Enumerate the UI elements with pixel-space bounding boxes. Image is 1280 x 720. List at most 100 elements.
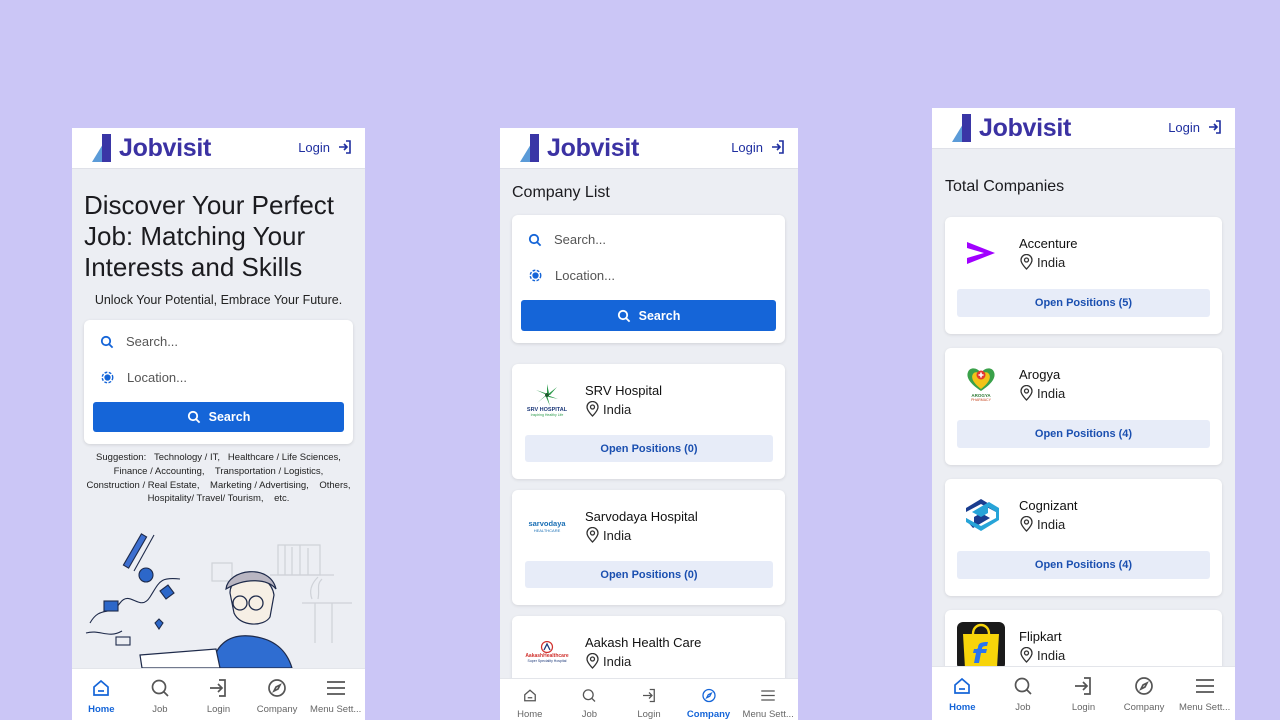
nav-login-label: Login [206,704,231,715]
suggestion-chip[interactable]: Healthcare / Life Sciences, [228,452,341,463]
location-pin-icon [586,653,599,669]
flipkart-logo [957,622,1005,670]
nav-home-label: Home [949,702,976,713]
nav-job-label: Job [1015,702,1031,713]
open-positions-button[interactable]: Open Positions (5) [957,289,1210,317]
app-bar: Jobvisit Login [72,128,365,169]
location-placeholder: Location... [127,370,187,385]
search-icon [187,410,200,424]
login-label: Login [298,139,330,155]
aakash-logo-tagline: Super Speciality Hospital [527,659,567,663]
sarvodaya-logo-text: sarvodaya [528,519,566,528]
open-positions-button[interactable]: Open Positions (0) [525,435,773,462]
brand-name: Jobvisit [979,113,1072,142]
login-arrow-icon [1209,120,1221,134]
nav-menu[interactable]: Menu Sett... [1174,667,1235,720]
nav-menu-label: Menu Sett... [310,704,362,715]
company-name: Aakash Health Care [585,635,702,650]
suggestion-chip[interactable]: Marketing / Advertising, [210,480,309,491]
brand-logo[interactable]: Jobvisit [92,134,211,162]
search-icon [528,233,542,246]
login-link[interactable]: Login [1168,119,1223,135]
login-icon [1075,677,1092,695]
login-link[interactable]: Login [298,139,353,155]
job-search-icon [1014,677,1032,695]
nav-menu-label: Menu Sett... [742,709,794,720]
search-icon [100,335,114,348]
bottom-nav: Home Job Login Company Menu Sett... [500,678,798,720]
suggestion-chip[interactable]: Others, [319,480,350,491]
suggestion-chip[interactable]: etc. [274,493,289,504]
nav-job-label: Job [581,709,598,720]
company-location: India [1020,516,1065,532]
menu-icon [326,681,345,695]
company-card[interactable]: Cognizant India Open Positions (4) [945,479,1222,596]
login-link[interactable]: Login [731,139,786,155]
login-arrow-icon [339,140,351,154]
company-location-text: India [603,401,632,417]
brand-logo[interactable]: Jobvisit [520,134,639,162]
nav-login[interactable]: Login [619,679,679,720]
keyword-search-field[interactable]: Search... [528,232,606,247]
nav-job[interactable]: Job [993,667,1054,720]
search-button[interactable]: Search [521,300,776,331]
suggestion-chip[interactable]: Transportation / Logistics, [215,466,323,477]
page-title: Company List [512,184,610,201]
app-bar: Jobvisit Login [500,128,798,169]
location-field[interactable]: Location... [100,370,187,385]
nav-company-label: Company [256,704,298,715]
location-field[interactable]: Location... [528,268,615,283]
nav-company[interactable]: Company [679,679,739,720]
nav-login[interactable]: Login [1053,667,1114,720]
compass-icon [701,688,716,703]
nav-menu[interactable]: Menu Sett... [738,679,798,720]
nav-home[interactable]: Home [500,679,560,720]
nav-menu-label: Menu Sett... [1179,702,1231,713]
sarvodaya-logo-tagline: HEALTHCARE [533,528,561,533]
location-pin-icon [586,527,599,543]
nav-menu[interactable]: Menu Sett... [306,669,365,720]
nav-login[interactable]: Login [189,669,248,720]
search-button[interactable]: Search [93,402,344,432]
nav-job-label: Job [152,704,168,715]
accenture-chevron-icon [967,242,995,264]
company-card[interactable]: Accenture India Open Positions (5) [945,217,1222,334]
sarvodaya-logo: sarvodaya HEALTHCARE [523,502,571,550]
srv-logo-tagline: Inspiring Healthy Life [530,413,564,417]
app-bar: Jobvisit Login [932,108,1235,149]
keyword-search-field[interactable]: Search... [100,334,178,349]
company-card[interactable]: AROGYA PHARMACY Arogya India Open Positi… [945,348,1222,465]
company-location: India [586,527,631,543]
company-location: India [586,401,631,417]
accenture-logo [957,229,1005,277]
company-card[interactable]: SRV HOSPITAL Inspiring Healthy Life SRV … [512,364,785,479]
aakash-logo: AakashHealthcare Super Speciality Hospit… [523,628,571,676]
nav-job[interactable]: Job [131,669,190,720]
open-positions-button[interactable]: Open Positions (4) [957,551,1210,579]
arogya-heart-icon [967,367,995,391]
logo-mark-icon [952,114,972,142]
hero-title: Discover Your Perfect Job: Matching Your… [84,190,335,282]
nav-company[interactable]: Company [1114,667,1175,720]
suggestion-chip[interactable]: Finance / Accounting, [114,466,205,477]
nav-company[interactable]: Company [248,669,307,720]
job-search-icon [583,689,596,702]
suggestion-chip[interactable]: Hospitality/ Travel/ Tourism, [148,493,264,504]
nav-home[interactable]: Home [932,667,993,720]
nav-job[interactable]: Job [560,679,620,720]
arogya-logo-tagline: PHARMACY [971,397,991,402]
company-location-text: India [603,527,632,543]
bottom-nav: Home Job Login Company Menu Sett... [72,668,365,720]
suggestion-chip[interactable]: Construction / Real Estate, [86,480,199,491]
open-positions-button[interactable]: Open Positions (4) [957,420,1210,448]
company-card[interactable]: sarvodaya HEALTHCARE Sarvodaya Hospital … [512,490,785,605]
suggestion-chip[interactable]: Technology / IT, [154,452,220,463]
nav-home[interactable]: Home [72,669,131,720]
bottom-nav: Home Job Login Company Menu Sett... [932,666,1235,720]
company-location: India [1020,647,1065,663]
open-positions-button[interactable]: Open Positions (0) [525,561,773,588]
brand-logo[interactable]: Jobvisit [952,114,1071,142]
company-list-screen: Jobvisit Login Company List Search... Lo… [500,128,798,720]
nav-home-label: Home [517,709,543,720]
cognizant-logo [957,491,1005,539]
